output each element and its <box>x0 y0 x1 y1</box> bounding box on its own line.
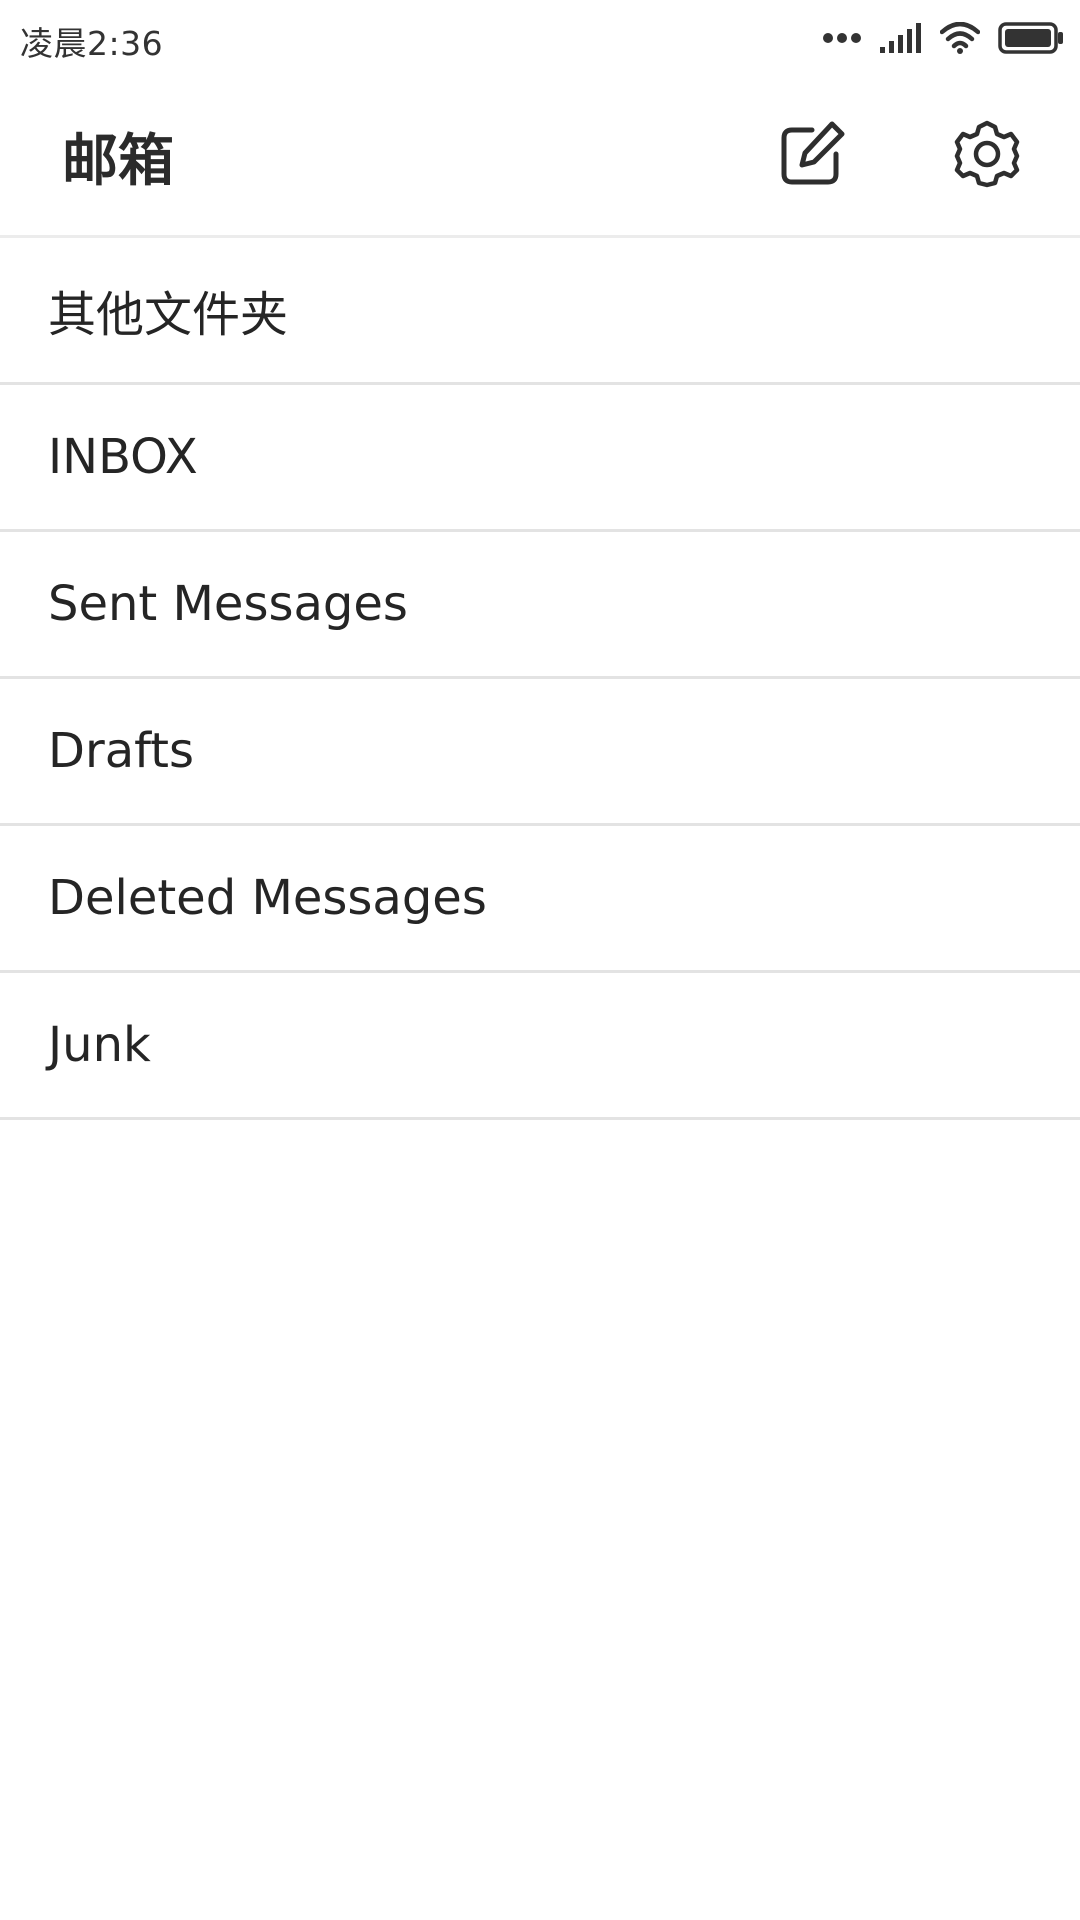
status-bar: 凌晨2:36 <box>0 0 1080 76</box>
status-time: 凌晨2:36 <box>20 24 164 63</box>
folder-label: Sent Messages <box>48 576 408 632</box>
folder-label: Drafts <box>48 723 194 779</box>
folder-item-other[interactable]: 其他文件夹 <box>0 238 1080 385</box>
folder-item-junk[interactable]: Junk <box>0 973 1080 1120</box>
folder-item-deleted[interactable]: Deleted Messages <box>0 826 1080 973</box>
compose-button[interactable] <box>772 114 852 194</box>
wifi-icon <box>940 22 980 54</box>
settings-button[interactable] <box>947 114 1027 194</box>
folder-label: 其他文件夹 <box>48 287 289 343</box>
folder-label: INBOX <box>48 429 198 485</box>
page-title: 邮箱 <box>62 129 174 194</box>
folder-list: 其他文件夹 INBOX Sent Messages Drafts Deleted… <box>0 238 1080 1120</box>
more-dots-icon <box>823 33 861 43</box>
battery-icon <box>998 22 1063 54</box>
folder-label: Junk <box>48 1017 151 1073</box>
folder-item-inbox[interactable]: INBOX <box>0 385 1080 532</box>
app-header: 邮箱 <box>0 76 1080 238</box>
folder-item-drafts[interactable]: Drafts <box>0 679 1080 826</box>
signal-icon <box>880 23 921 53</box>
compose-icon <box>781 121 845 185</box>
folder-item-sent[interactable]: Sent Messages <box>0 532 1080 679</box>
folder-label: Deleted Messages <box>48 870 487 926</box>
gear-icon <box>954 120 1020 188</box>
status-icons <box>822 18 1064 58</box>
